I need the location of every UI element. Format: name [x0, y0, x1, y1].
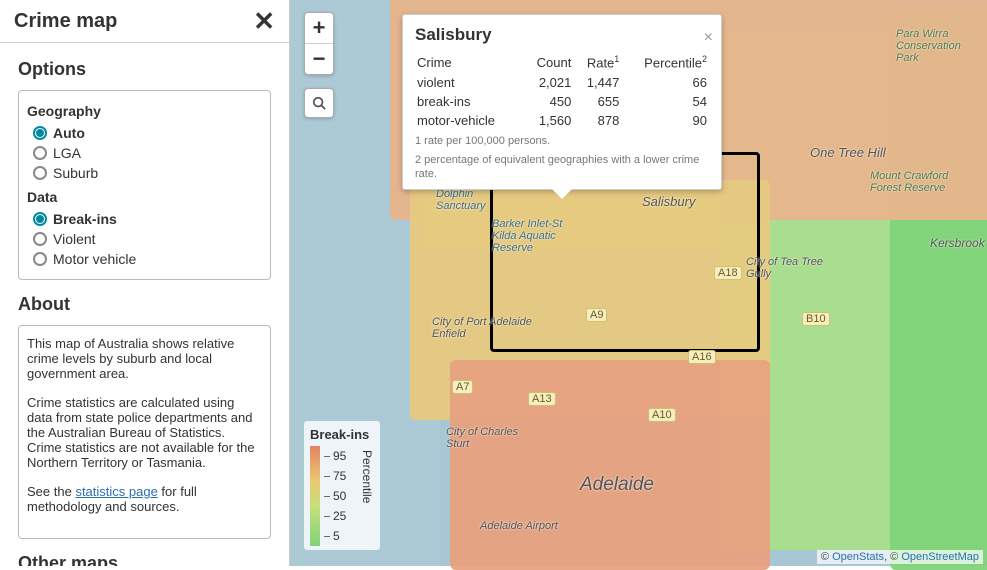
place-label-teagully: City of Tea Tree Gully: [746, 256, 826, 280]
data-radio-violent[interactable]: Violent: [27, 229, 262, 249]
search-icon: [312, 96, 326, 110]
geography-label: Geography: [27, 103, 262, 119]
app-title: Crime map: [14, 10, 117, 33]
radio-label: Auto: [53, 125, 85, 141]
radio-icon: [33, 146, 47, 160]
radio-label: Violent: [53, 231, 96, 247]
about-paragraph: See the statistics page for full methodo…: [27, 484, 262, 514]
legend-title: Break-ins: [310, 427, 374, 442]
data-radio-breakins[interactable]: Break-ins: [27, 209, 262, 229]
geography-radio-auto[interactable]: Auto: [27, 123, 262, 143]
place-label-charlessturt: City of Charles Sturt: [446, 426, 526, 450]
place-label-adelaide: Adelaide: [580, 474, 654, 496]
other-maps-heading: Other maps: [18, 553, 271, 566]
sidebar-header: Crime map ✕: [0, 0, 289, 43]
col-count: Count: [523, 51, 574, 73]
zoom-in-button[interactable]: +: [305, 13, 333, 43]
options-heading: Options: [18, 59, 271, 80]
popup-table: Crime Count Rate1 Percentile2 violent 2,…: [415, 51, 709, 130]
attrib-openstats-link[interactable]: OpenStats: [832, 551, 884, 563]
radio-icon: [33, 232, 47, 246]
data-radio-motorvehicle[interactable]: Motor vehicle: [27, 249, 262, 269]
about-paragraph: This map of Australia shows relative cri…: [27, 336, 262, 381]
place-label-airport: Adelaide Airport: [480, 520, 560, 532]
col-percentile: Percentile2: [621, 51, 709, 73]
road-label: A16: [688, 350, 716, 364]
radio-label: LGA: [53, 145, 81, 161]
zoom-out-button[interactable]: −: [305, 44, 333, 74]
road-label: A18: [714, 266, 742, 280]
popup-close-button[interactable]: ×: [704, 29, 713, 47]
zoom-control: + −: [304, 12, 334, 75]
table-row: violent 2,021 1,447 66: [415, 73, 709, 92]
radio-label: Suburb: [53, 165, 98, 181]
road-label: A7: [452, 380, 473, 394]
sidebar: Crime map ✕ Options Geography Auto LGA S…: [0, 0, 290, 566]
place-label-parawirra: Para Wirra Conservation Park: [896, 28, 986, 64]
popup-footnote: 1 rate per 100,000 persons.: [415, 134, 709, 148]
road-label: A10: [648, 408, 676, 422]
radio-icon: [33, 126, 47, 140]
popup-footnote: 2 percentage of equivalent geographies w…: [415, 153, 709, 182]
place-label-mtcrawford: Mount Crawford Forest Reserve: [870, 170, 960, 194]
place-label-onetreehill: One Tree Hill: [810, 145, 886, 160]
popup-title: Salisbury: [415, 25, 709, 45]
road-label: B10: [802, 312, 830, 326]
radio-label: Break-ins: [53, 211, 117, 227]
map-legend: Break-ins 95 75 50 25 5 Percentile: [304, 421, 380, 550]
col-rate: Rate1: [573, 51, 621, 73]
about-paragraph: Crime statistics are calculated using da…: [27, 395, 262, 470]
col-crime: Crime: [415, 51, 523, 73]
options-panel: Geography Auto LGA Suburb Data Break-ins…: [18, 90, 271, 280]
about-heading: About: [18, 294, 271, 315]
geography-radio-lga[interactable]: LGA: [27, 143, 262, 163]
legend-ticks: 95 75 50 25 5: [324, 446, 358, 546]
road-label: A9: [586, 308, 607, 322]
road-label: A13: [528, 392, 556, 406]
place-label-salisbury: Salisbury: [642, 194, 695, 209]
radio-icon: [33, 166, 47, 180]
geography-radio-suburb[interactable]: Suburb: [27, 163, 262, 183]
table-row: motor-vehicle 1,560 878 90: [415, 111, 709, 130]
table-row: break-ins 450 655 54: [415, 92, 709, 111]
close-sidebar-button[interactable]: ✕: [253, 8, 275, 34]
legend-gradient: [310, 446, 320, 546]
options-section: Options Geography Auto LGA Suburb Data B…: [0, 43, 289, 566]
radio-icon: [33, 212, 47, 226]
statistics-page-link[interactable]: statistics page: [75, 484, 157, 499]
region-popup: × Salisbury Crime Count Rate1 Percentile…: [402, 14, 722, 190]
place-label-barker: Barker Inlet-St Kilda Aquatic Reserve: [492, 218, 582, 254]
map-search-button[interactable]: [304, 88, 334, 118]
radio-icon: [33, 252, 47, 266]
attrib-osm-link[interactable]: OpenStreetMap: [901, 551, 979, 563]
place-label-ptadelaide: City of Port Adelaide Enfield: [432, 316, 532, 340]
legend-axis-label: Percentile: [358, 446, 374, 546]
radio-label: Motor vehicle: [53, 251, 136, 267]
place-label-kersbrook: Kersbrook: [930, 236, 985, 250]
about-panel: This map of Australia shows relative cri…: [18, 325, 271, 539]
map-attribution: © OpenStats, © OpenStreetMap: [817, 550, 983, 564]
data-label: Data: [27, 189, 262, 205]
map-canvas[interactable]: Adelaide Salisbury One Tree Hill Kersbro…: [290, 0, 987, 566]
